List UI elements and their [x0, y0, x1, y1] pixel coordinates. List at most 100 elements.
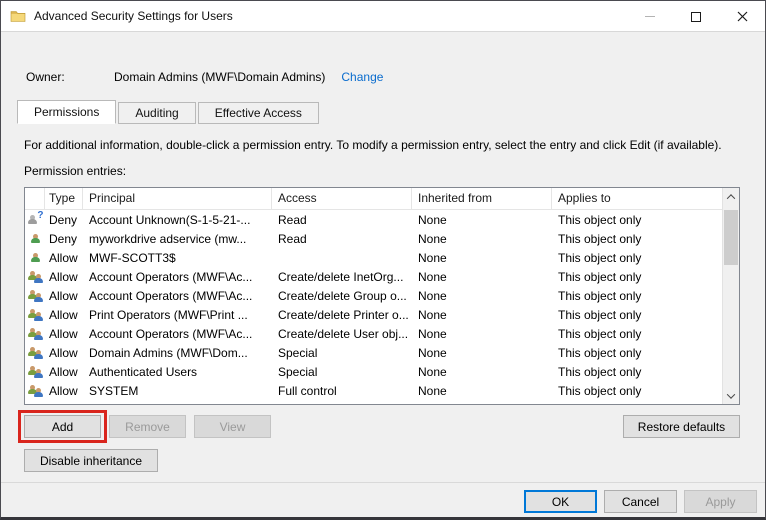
cell-inherited-from: None — [412, 382, 552, 401]
cell-applies-to: This object only — [552, 382, 739, 401]
view-button: View — [194, 415, 271, 438]
cell-inherited-from: None — [412, 344, 552, 363]
user-unknown-icon: ? — [27, 213, 44, 228]
advanced-security-settings-dialog: Advanced Security Settings for Users Own… — [0, 0, 766, 520]
cell-access: Create/delete InetOrg... — [272, 268, 412, 287]
cell-principal: Account Operators (MWF\Ac... — [83, 287, 272, 306]
close-button[interactable] — [719, 1, 765, 32]
owner-row: Owner: Domain Admins (MWF\Domain Admins)… — [26, 70, 383, 84]
tab-strip: Permissions Auditing Effective Access — [17, 100, 321, 124]
disable-inheritance-button[interactable]: Disable inheritance — [24, 449, 158, 472]
info-text: For additional information, double-click… — [24, 138, 750, 152]
cell-type: Allow — [45, 325, 83, 344]
cell-principal: SYSTEM — [83, 382, 272, 401]
table-header: Type Principal Access Inherited from App… — [25, 188, 739, 210]
folder-icon — [10, 8, 26, 24]
column-header-icon — [25, 188, 45, 209]
table-body: ? Deny Account Unknown(S-1-5-21-... Read… — [25, 211, 739, 401]
group-icon: ? — [27, 289, 44, 304]
cell-principal: Account Operators (MWF\Ac... — [83, 325, 272, 344]
column-header-principal[interactable]: Principal — [83, 188, 272, 209]
window-controls — [627, 1, 765, 32]
table-row[interactable]: ? Allow Account Operators (MWF\Ac... Cre… — [25, 325, 739, 344]
change-owner-link[interactable]: Change — [341, 70, 383, 84]
group-icon: ? — [27, 346, 44, 361]
cell-access: Full control — [272, 382, 412, 401]
table-row[interactable]: ? Deny myworkdrive adservice (mw... Read… — [25, 230, 739, 249]
maximize-icon — [691, 12, 701, 22]
table-row[interactable]: ? Allow Print Operators (MWF\Print ... C… — [25, 306, 739, 325]
cell-access: Create/delete Group o... — [272, 287, 412, 306]
scroll-down-button[interactable] — [723, 387, 739, 404]
cell-type: Allow — [45, 268, 83, 287]
cell-applies-to: This object only — [552, 344, 739, 363]
cell-type: Allow — [45, 287, 83, 306]
cell-inherited-from: None — [412, 249, 552, 268]
cell-inherited-from: None — [412, 325, 552, 344]
apply-button: Apply — [684, 490, 757, 513]
maximize-button[interactable] — [673, 1, 719, 32]
chevron-up-icon — [727, 194, 735, 202]
cell-access — [272, 249, 412, 268]
chevron-down-icon — [727, 390, 735, 398]
cell-principal: myworkdrive adservice (mw... — [83, 230, 272, 249]
tab-auditing[interactable]: Auditing — [118, 102, 195, 124]
vertical-scrollbar[interactable] — [722, 188, 739, 404]
group-icon: ? — [27, 270, 44, 285]
minimize-button — [627, 1, 673, 32]
table-row[interactable]: ? Allow Account Operators (MWF\Ac... Cre… — [25, 287, 739, 306]
user-icon: ? — [27, 251, 44, 266]
cell-type: Allow — [45, 249, 83, 268]
cell-inherited-from: None — [412, 287, 552, 306]
cell-type: Deny — [45, 230, 83, 249]
ok-button[interactable]: OK — [524, 490, 597, 513]
tab-effective-access[interactable]: Effective Access — [198, 102, 319, 124]
add-button[interactable]: Add — [24, 415, 101, 438]
cell-applies-to: This object only — [552, 211, 739, 230]
table-row[interactable]: ? Allow Account Operators (MWF\Ac... Cre… — [25, 268, 739, 287]
scroll-thumb[interactable] — [724, 210, 738, 265]
cell-access: Read — [272, 211, 412, 230]
cell-inherited-from: None — [412, 211, 552, 230]
close-icon — [737, 11, 748, 22]
column-header-applies-to[interactable]: Applies to — [552, 188, 739, 209]
group-icon: ? — [27, 308, 44, 323]
tab-permissions[interactable]: Permissions — [17, 100, 116, 124]
table-row[interactable]: ? Allow Domain Admins (MWF\Dom... Specia… — [25, 344, 739, 363]
cell-applies-to: This object only — [552, 363, 739, 382]
window-title: Advanced Security Settings for Users — [34, 9, 233, 23]
cell-applies-to: This object only — [552, 249, 739, 268]
cell-access: Special — [272, 363, 412, 382]
cell-type: Allow — [45, 306, 83, 325]
cell-principal: MWF-SCOTT3$ — [83, 249, 272, 268]
scroll-up-button[interactable] — [723, 188, 739, 205]
cell-applies-to: This object only — [552, 268, 739, 287]
permission-entries-list: Type Principal Access Inherited from App… — [24, 187, 740, 405]
user-icon: ? — [27, 232, 44, 247]
cell-principal: Authenticated Users — [83, 363, 272, 382]
cell-inherited-from: None — [412, 230, 552, 249]
restore-defaults-button[interactable]: Restore defaults — [623, 415, 740, 438]
cell-inherited-from: None — [412, 268, 552, 287]
owner-value: Domain Admins (MWF\Domain Admins) — [114, 70, 325, 84]
cell-principal: Account Operators (MWF\Ac... — [83, 268, 272, 287]
cell-principal: Print Operators (MWF\Print ... — [83, 306, 272, 325]
cell-principal: Domain Admins (MWF\Dom... — [83, 344, 272, 363]
cell-access: Read — [272, 230, 412, 249]
table-row[interactable]: ? Deny Account Unknown(S-1-5-21-... Read… — [25, 211, 739, 230]
cell-applies-to: This object only — [552, 287, 739, 306]
table-row[interactable]: ? Allow MWF-SCOTT3$ None This object onl… — [25, 249, 739, 268]
owner-label: Owner: — [26, 70, 114, 84]
table-row[interactable]: ? Allow Authenticated Users Special None… — [25, 363, 739, 382]
cancel-button[interactable]: Cancel — [604, 490, 677, 513]
cell-applies-to: This object only — [552, 325, 739, 344]
column-header-access[interactable]: Access — [272, 188, 412, 209]
cell-inherited-from: None — [412, 363, 552, 382]
minimize-icon — [645, 16, 655, 17]
group-icon: ? — [27, 327, 44, 342]
column-header-inherited-from[interactable]: Inherited from — [412, 188, 552, 209]
cell-type: Allow — [45, 382, 83, 401]
column-header-type[interactable]: Type — [45, 188, 83, 209]
cell-access: Special — [272, 344, 412, 363]
table-row[interactable]: ? Allow SYSTEM Full control None This ob… — [25, 382, 739, 401]
